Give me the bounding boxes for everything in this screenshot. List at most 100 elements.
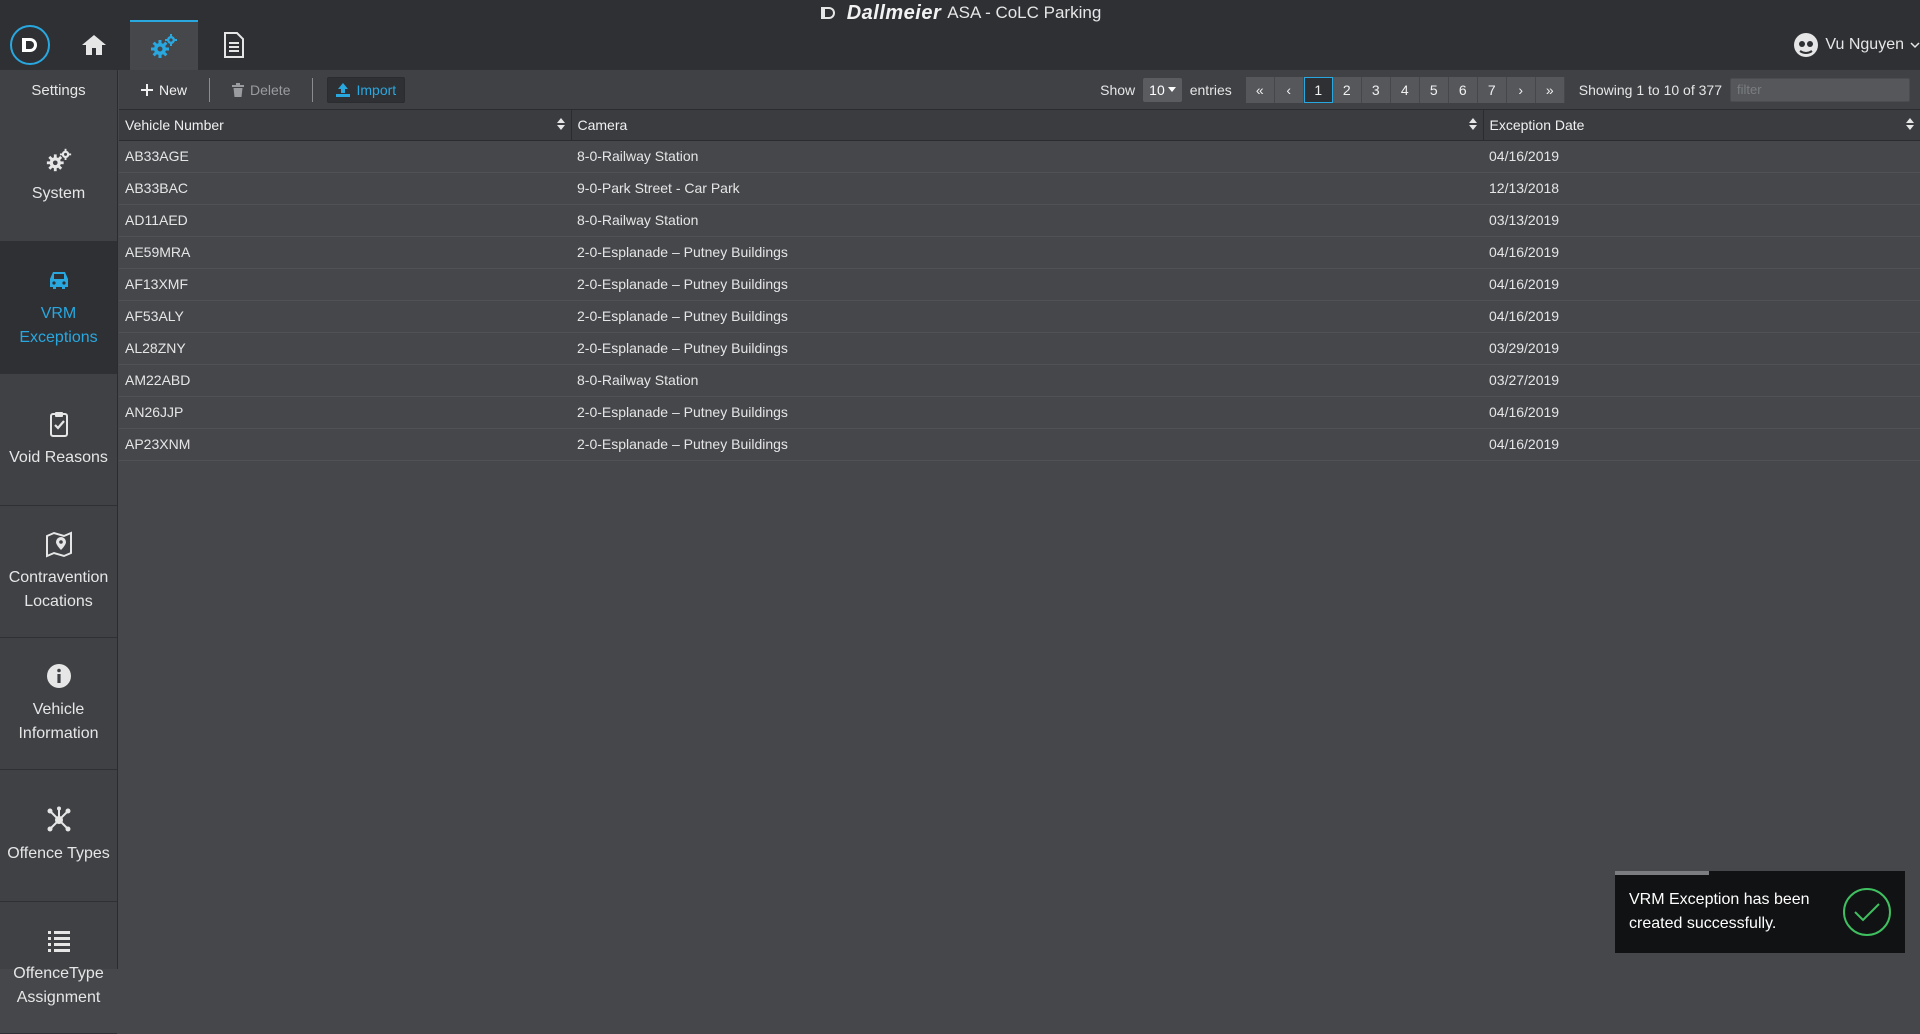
- exception-date-cell: 03/27/2019: [1483, 364, 1920, 397]
- import-button[interactable]: Import: [327, 76, 406, 103]
- camera-cell: 8-0-Railway Station: [571, 204, 1483, 237]
- exception-date-cell: 04/16/2019: [1483, 396, 1920, 429]
- vehicle-number-cell: AL28ZNY: [119, 332, 571, 365]
- column-header-vehicle-number[interactable]: Vehicle Number: [119, 110, 572, 141]
- camera-cell: 2-0-Esplanade – Putney Buildings: [571, 396, 1483, 429]
- show-label: Show: [1100, 81, 1136, 98]
- dallmeier-d-icon: [22, 38, 37, 52]
- page-6-button[interactable]: 6: [1448, 76, 1478, 103]
- vehicle-number-cell: AP23XNM: [119, 428, 571, 461]
- check-circle-icon: [1843, 888, 1891, 936]
- camera-cell: 2-0-Esplanade – Putney Buildings: [571, 300, 1483, 333]
- table-row[interactable]: AB33AGE 8-0-Railway Station 04/16/2019: [119, 140, 1920, 173]
- page-3-button[interactable]: 3: [1361, 76, 1391, 103]
- table-row[interactable]: AP23XNM 2-0-Esplanade – Putney Buildings 0…: [119, 428, 1920, 461]
- info-circle-icon: [46, 663, 71, 688]
- user-menu[interactable]: Vu Nguyen: [1793, 30, 1920, 60]
- page-4-button[interactable]: 4: [1390, 76, 1420, 103]
- page-first-button[interactable]: «: [1245, 76, 1275, 103]
- sidebar-item-vehicle-information[interactable]: Vehicle Information: [0, 638, 117, 770]
- plus-icon: [141, 83, 153, 96]
- pagination: « ‹ 1 2 3 4 5 6 7 › »: [1245, 76, 1565, 103]
- page-next-button[interactable]: ›: [1506, 76, 1536, 103]
- success-toast[interactable]: VRM Exception has been created successfu…: [1615, 871, 1905, 953]
- nav-home-button[interactable]: [60, 20, 128, 70]
- page-last-button[interactable]: »: [1535, 76, 1565, 103]
- column-header-exception-date[interactable]: Exception Date: [1483, 110, 1920, 141]
- vehicle-number-cell: AB33AGE: [119, 140, 571, 173]
- sidebar-item-label: System: [31, 184, 86, 202]
- sidebar-item-contravention-locations[interactable]: Contravention Locations: [0, 506, 117, 638]
- new-button[interactable]: New: [133, 77, 195, 103]
- page-5-button[interactable]: 5: [1419, 76, 1449, 103]
- app-subtitle: ASA - CoLC Parking: [947, 3, 1102, 22]
- map-pin-icon: [45, 530, 72, 558]
- gears-icon: [46, 148, 71, 171]
- sidebar-item-label: Vehicle Information: [18, 700, 99, 742]
- avatar-icon: [1794, 33, 1819, 57]
- exception-date-cell: 03/13/2019: [1483, 204, 1920, 237]
- table-header-row: Vehicle Number Camera Exception Date: [119, 110, 1920, 141]
- camera-cell: 2-0-Esplanade – Putney Buildings: [571, 428, 1483, 461]
- exception-date-cell: 04/16/2019: [1483, 300, 1920, 333]
- page-2-button[interactable]: 2: [1332, 76, 1362, 103]
- delete-button[interactable]: Delete: [224, 77, 298, 103]
- column-header-camera[interactable]: Camera: [571, 110, 1484, 141]
- table-row[interactable]: AN26JJP 2-0-Esplanade – Putney Buildings 0…: [119, 396, 1920, 429]
- showing-count: Showing 1 to 10 of 377: [1578, 81, 1722, 98]
- sidebar-item-label: Contravention Locations: [8, 568, 109, 610]
- app-title: Dallmeier ASA - CoLC Parking: [0, 0, 1920, 26]
- sidebar-item-system[interactable]: System: [0, 110, 117, 242]
- trash-icon: [232, 82, 245, 97]
- entries-value: 10: [1149, 81, 1165, 98]
- sidebar-item-offence-types[interactable]: Offence Types: [0, 770, 117, 902]
- page-7-button[interactable]: 7: [1477, 76, 1507, 103]
- table-controls: Show 10 entries « ‹ 1 2 3 4 5 6 7 › » Sh…: [1100, 76, 1920, 103]
- table-row[interactable]: AB33BAC 9-0-Park Street - Car Park 12/13/2…: [119, 172, 1920, 205]
- page-prev-button[interactable]: ‹: [1274, 76, 1304, 103]
- nav-reports-button[interactable]: [200, 20, 268, 70]
- page-1-button[interactable]: 1: [1303, 76, 1333, 103]
- toolbar-divider: [209, 77, 211, 102]
- list-icon: [47, 930, 70, 952]
- entries-label: entries: [1189, 81, 1232, 98]
- camera-cell: 2-0-Esplanade – Putney Buildings: [571, 268, 1483, 301]
- vehicle-number-cell: AB33BAC: [119, 172, 571, 205]
- hub-icon: [47, 806, 70, 831]
- caret-down-icon: [1167, 86, 1176, 92]
- exception-date-cell: 04/16/2019: [1483, 428, 1920, 461]
- filter-input[interactable]: [1730, 77, 1910, 102]
- brand-name: Dallmeier: [846, 1, 942, 24]
- sort-icon: [1906, 118, 1914, 130]
- sidebar-item-void-reasons[interactable]: Void Reasons: [0, 374, 117, 506]
- camera-cell: 9-0-Park Street - Car Park: [571, 172, 1483, 205]
- delete-button-label: Delete: [250, 81, 291, 98]
- dallmeier-logo-icon: [820, 7, 835, 19]
- entries-select[interactable]: 10: [1143, 77, 1182, 102]
- clipboard-check-icon: [49, 411, 68, 437]
- camera-cell: 8-0-Railway Station: [571, 364, 1483, 397]
- exception-date-cell: 12/13/2018: [1483, 172, 1920, 205]
- table-row[interactable]: AF53ALY 2-0-Esplanade – Putney Buildings 0…: [119, 300, 1920, 333]
- exception-date-cell: 03/29/2019: [1483, 332, 1920, 365]
- toolbar-divider: [312, 77, 314, 102]
- camera-cell: 2-0-Esplanade – Putney Buildings: [571, 236, 1483, 269]
- settings-sidebar: Settings System VRM Exceptions Void Reas…: [0, 70, 118, 1034]
- gears-icon: [151, 34, 177, 58]
- exception-date-cell: 04/16/2019: [1483, 140, 1920, 173]
- table-row[interactable]: AE59MRA 2-0-Esplanade – Putney Buildings 0…: [119, 236, 1920, 269]
- table-row[interactable]: AF13XMF 2-0-Esplanade – Putney Buildings 0…: [119, 268, 1920, 301]
- toast-message: VRM Exception has been created successfu…: [1629, 891, 1810, 932]
- chevron-down-icon: [1910, 42, 1920, 49]
- table-row[interactable]: AD11AED 8-0-Railway Station 03/13/2019: [119, 204, 1920, 237]
- sidebar-item-offencetype-assignment[interactable]: OffenceType Assignment: [0, 902, 117, 1034]
- sidebar-item-vrm-exceptions[interactable]: VRM Exceptions: [0, 242, 117, 374]
- table-row[interactable]: AL28ZNY 2-0-Esplanade – Putney Buildings 0…: [119, 332, 1920, 365]
- document-icon: [224, 32, 244, 58]
- nav-settings-button[interactable]: [130, 20, 198, 70]
- toast-progress: [1615, 871, 1709, 875]
- table-row[interactable]: AM22ABD 8-0-Railway Station 03/27/2019: [119, 364, 1920, 397]
- vehicle-number-cell: AM22ABD: [119, 364, 571, 397]
- exception-date-cell: 04/16/2019: [1483, 268, 1920, 301]
- app-logo-button[interactable]: [10, 25, 50, 65]
